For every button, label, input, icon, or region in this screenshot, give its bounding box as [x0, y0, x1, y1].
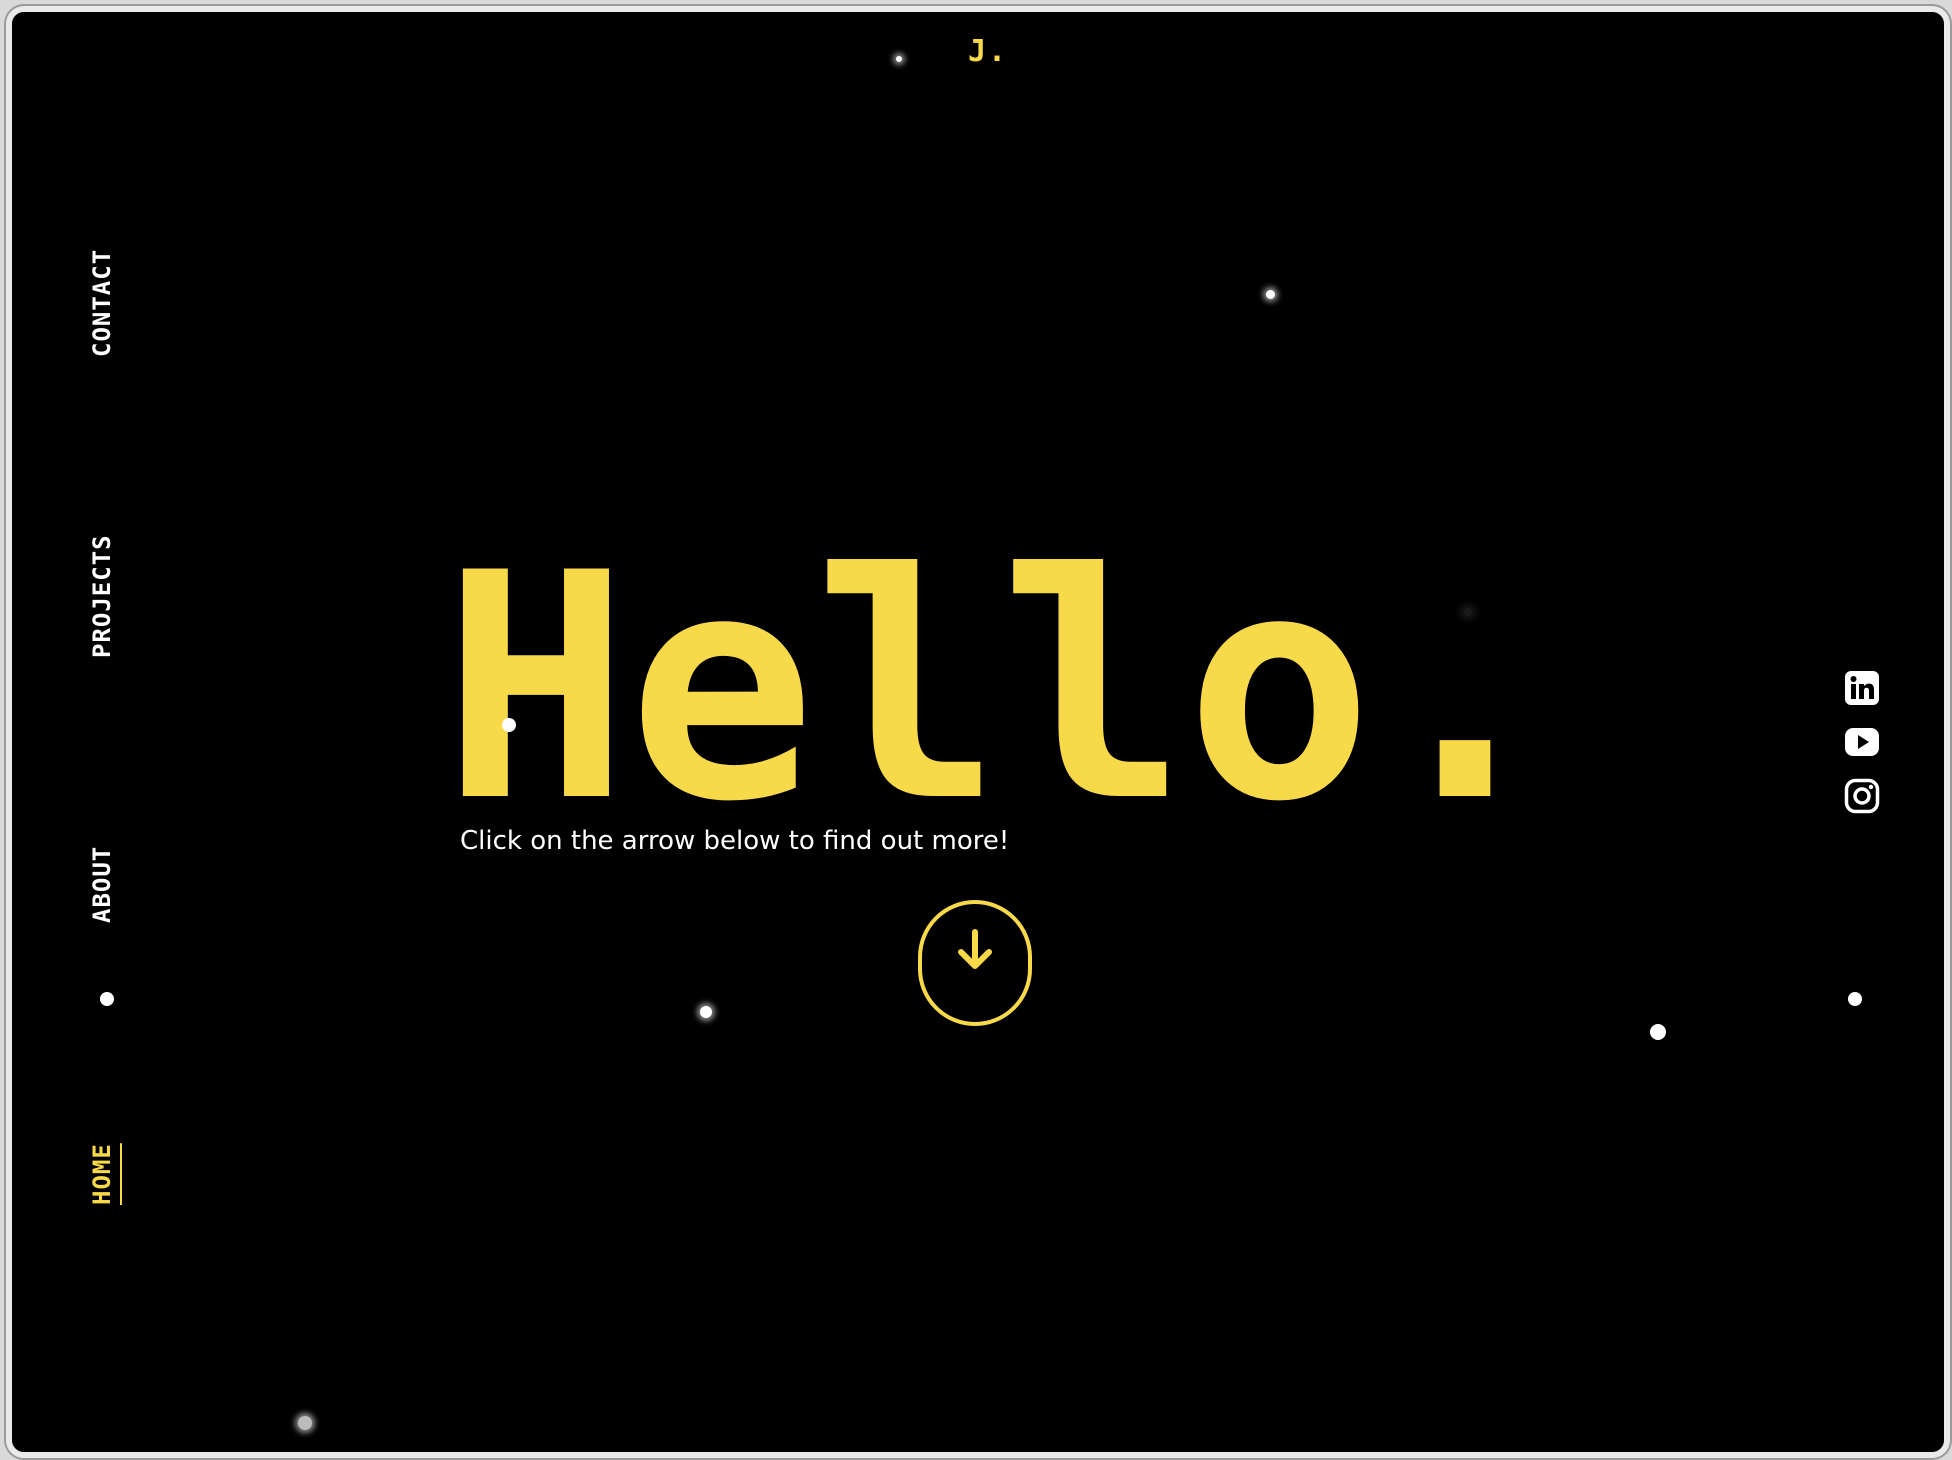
hero-title: Hello. [442, 506, 1559, 870]
hero-subtitle: Click on the arrow below to find out mor… [460, 826, 1010, 856]
star-dot [298, 1416, 312, 1430]
nav-item-home[interactable]: HOME [82, 1136, 122, 1212]
nav-item-contact[interactable]: CONTACT [82, 244, 122, 362]
star-dot [1650, 1024, 1666, 1040]
site-logo[interactable]: J. [968, 34, 1008, 69]
arrow-down-icon [958, 929, 992, 969]
nav-item-projects[interactable]: PROJECTS [82, 528, 122, 664]
browser-frame: J. CONTACT PROJECTS ABOUT HOME Hello. Cl… [6, 6, 1950, 1458]
star-dot [100, 992, 114, 1006]
star-dot [896, 56, 902, 62]
instagram-icon[interactable] [1844, 778, 1880, 814]
star-dot [1464, 608, 1472, 616]
linkedin-icon[interactable] [1844, 670, 1880, 706]
star-dot [1848, 992, 1862, 1006]
page: J. CONTACT PROJECTS ABOUT HOME Hello. Cl… [12, 12, 1944, 1452]
nav-item-about[interactable]: ABOUT [82, 838, 122, 930]
star-dot [502, 718, 516, 732]
scroll-down-button[interactable] [918, 900, 1032, 1026]
star-dot [700, 1006, 712, 1018]
social-links [1844, 670, 1884, 832]
vertical-nav: CONTACT PROJECTS ABOUT HOME [82, 12, 122, 1452]
star-dot [1266, 290, 1275, 299]
youtube-icon[interactable] [1844, 724, 1880, 760]
